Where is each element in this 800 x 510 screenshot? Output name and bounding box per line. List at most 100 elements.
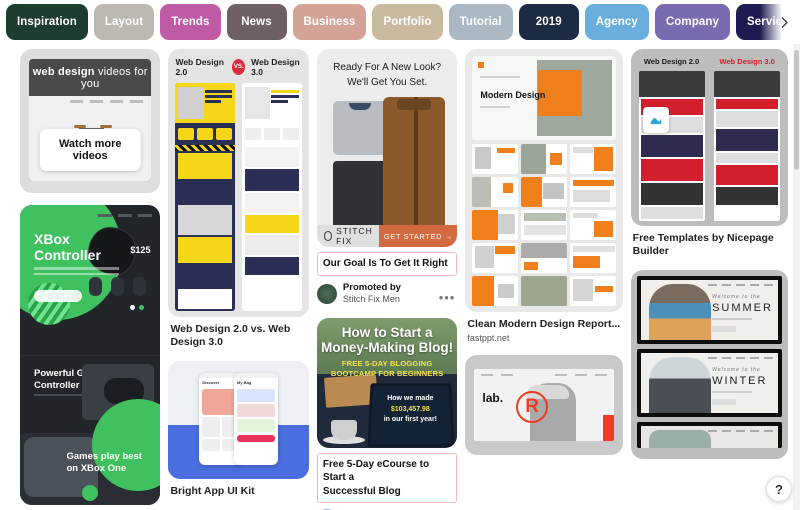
season-pre-label: Welcome to the bbox=[712, 367, 761, 374]
promoted-title-line1: Free 5-Day eCourse to Start a bbox=[322, 458, 430, 484]
category-pill-label: Business bbox=[303, 16, 356, 28]
video-promo-thumb: web design videos for you Watch more vid… bbox=[29, 59, 152, 181]
promoted-title-line2: Successful Blog bbox=[322, 485, 401, 497]
stitch-fix-brand-label: STITCH FIX bbox=[336, 226, 373, 246]
blog-title: How to Start a Money-Making Blog! bbox=[317, 318, 457, 356]
category-pill-layout[interactable]: Layout bbox=[93, 4, 155, 40]
pin-card-stitch-fix[interactable]: Ready For A New Look? We'll Get You Set.… bbox=[316, 49, 458, 306]
earnings-line2: in our first year! bbox=[383, 416, 437, 424]
modern-design-thumb: Modern Design bbox=[465, 49, 623, 312]
help-button[interactable]: ? bbox=[766, 476, 792, 502]
nicepage-left-label: Web Design 2.0 bbox=[643, 57, 700, 66]
stitch-fix-logo-icon bbox=[323, 231, 333, 241]
blog-thumb: How to Start a Money-Making Blog! FREE 5… bbox=[316, 317, 458, 448]
category-pill-label: News bbox=[241, 16, 272, 28]
category-pill-agency[interactable]: Agency bbox=[584, 4, 649, 40]
pin-card-xbox-controller[interactable]: XBox Controller $125 Powerful Game Contr… bbox=[20, 205, 161, 505]
pin-source: fastppt.net bbox=[467, 333, 510, 344]
category-pill-company[interactable]: Company bbox=[654, 4, 730, 40]
xbox-price: $125 bbox=[130, 245, 151, 255]
nicepage-header: Web Design 2.0 Web Design 3.0 bbox=[639, 57, 780, 71]
category-pill-label: Company bbox=[665, 16, 719, 28]
xbox-games-line2: on XBox One bbox=[66, 463, 127, 475]
category-pill-trends[interactable]: Trends bbox=[160, 4, 221, 40]
pin-caption: Bright App UI Kit bbox=[170, 485, 255, 498]
video-promo-headline: web design videos for you bbox=[29, 59, 151, 96]
decor-line bbox=[480, 106, 511, 108]
season-slide-summer: Welcome to the SUMMER bbox=[636, 276, 782, 345]
lab-website-mockup: lab. R bbox=[474, 369, 614, 442]
category-pill-2019[interactable]: 2019 bbox=[518, 4, 579, 40]
blog-subtitle: FREE 5-DAY BLOGGING BOOTCAMP FOR BEGINNE… bbox=[317, 356, 457, 379]
double-exposure-portrait bbox=[648, 357, 711, 414]
xbox-cta-button bbox=[34, 290, 82, 302]
seasons-thumb: Welcome to the SUMMER Welcome to the WIN… bbox=[630, 270, 788, 460]
pin-card-lab[interactable]: lab. R bbox=[465, 355, 623, 456]
play-dot-icon bbox=[82, 485, 98, 501]
board-column-5: Web Design 2.0 Web Design 3.0 Free Templ… bbox=[630, 49, 788, 510]
pin-card-web-design-videos[interactable]: web design videos for you Watch more vid… bbox=[20, 49, 161, 193]
presentation-cover-slide: Modern Design bbox=[472, 56, 616, 140]
xbox-title-line2: Controller bbox=[34, 247, 101, 264]
pin-card-web-design-compare[interactable]: Web Design 2.0 VS. Web Design 3.0 Web De… bbox=[168, 49, 309, 349]
category-next-button[interactable] bbox=[760, 0, 800, 44]
scrollbar-thumb[interactable] bbox=[794, 50, 799, 170]
pin-card-modern-design-report[interactable]: Modern Design Clean Modern Design Report… bbox=[465, 49, 623, 344]
category-pill-label: Portfolio bbox=[383, 16, 432, 28]
nicepage-right-label: Web Design 3.0 bbox=[719, 57, 775, 66]
category-pill-label: Agency bbox=[595, 16, 638, 28]
nicepage-panes bbox=[638, 71, 780, 221]
web-design-compare-thumb: Web Design 2.0 VS. Web Design 3.0 bbox=[168, 49, 309, 317]
category-pill-inspiration[interactable]: Inspiration bbox=[6, 4, 88, 40]
stitch-fix-subheadline: We'll Get You Set. bbox=[347, 76, 428, 88]
earnings-line1: How we made bbox=[387, 395, 434, 403]
category-pill-label: 2019 bbox=[535, 16, 562, 28]
presentation-title: Modern Design bbox=[480, 90, 546, 100]
xbox-title: XBox Controller bbox=[34, 231, 101, 263]
pin-card-seasons-templates[interactable]: Welcome to the SUMMER Welcome to the WIN… bbox=[630, 270, 788, 460]
pin-card-nicepage-templates[interactable]: Web Design 2.0 Web Design 3.0 Free Templ… bbox=[630, 49, 788, 258]
jacket-image bbox=[383, 97, 446, 237]
bright-app-thumb: Discover My Bag bbox=[168, 361, 309, 480]
summer-template-mockup: Welcome to the SUMMER bbox=[640, 280, 778, 341]
category-pill-label: Tutorial bbox=[459, 16, 502, 28]
blog-title-line1: How to Start a bbox=[341, 324, 433, 340]
avatar[interactable] bbox=[316, 283, 337, 304]
category-pill-business[interactable]: Business bbox=[292, 4, 367, 40]
category-pill-portfolio[interactable]: Portfolio bbox=[372, 4, 443, 40]
board-column-3: Ready For A New Look? We'll Get You Set.… bbox=[316, 49, 458, 510]
board-column-4: Modern Design Clean Modern Design Report… bbox=[465, 49, 623, 510]
more-options-icon[interactable]: ••• bbox=[439, 290, 456, 305]
category-pill-label: Layout bbox=[104, 16, 144, 28]
pin-card-blog-ecourse[interactable]: How to Start a Money-Making Blog! FREE 5… bbox=[316, 317, 458, 510]
nicepage-thumb: Web Design 2.0 Web Design 3.0 bbox=[630, 49, 788, 226]
lab-thumb: lab. R bbox=[465, 355, 623, 456]
pin-board: web design videos for you Watch more vid… bbox=[0, 44, 800, 510]
watch-more-videos-button[interactable]: Watch more videos bbox=[40, 129, 141, 171]
promoted-pin-title: Our Goal Is To Get It Right bbox=[316, 252, 458, 276]
mock-nav bbox=[707, 430, 773, 432]
compare-header: Web Design 2.0 VS. Web Design 3.0 bbox=[175, 57, 301, 83]
xbox-feature-line2: Controller bbox=[34, 380, 80, 392]
nicepage-pane-right bbox=[713, 71, 780, 221]
blog-subtitle-line1: FREE 5-DAY BLOGGING bbox=[341, 358, 433, 368]
season-title: WINTER bbox=[712, 375, 768, 388]
pin-card-bright-app-ui-kit[interactable]: Discover My Bag Bright App UI Kit bbox=[168, 361, 309, 498]
category-pill-label: Trends bbox=[171, 16, 210, 28]
category-bar: Inspiration Layout Trends News Business … bbox=[0, 0, 800, 44]
mock-nav bbox=[707, 357, 773, 359]
compare-left-label: Web Design 2.0 bbox=[175, 57, 224, 77]
chevron-right-icon bbox=[781, 16, 788, 28]
xbox-hero: XBox Controller $125 bbox=[20, 205, 160, 355]
get-started-label: GET STARTED → bbox=[383, 231, 453, 241]
mock-nav bbox=[707, 284, 773, 286]
compare-panes bbox=[175, 83, 302, 311]
category-pill-news[interactable]: News bbox=[226, 4, 287, 40]
get-started-button[interactable]: GET STARTED → bbox=[379, 225, 458, 247]
blog-subtitle-line2: BOOTCAMP FOR BEGINNERS bbox=[330, 368, 444, 378]
double-exposure-portrait bbox=[648, 284, 711, 341]
category-pill-tutorial[interactable]: Tutorial bbox=[448, 4, 513, 40]
accent-dot bbox=[478, 62, 485, 68]
double-exposure-portrait bbox=[648, 430, 711, 449]
mock-button bbox=[712, 326, 737, 333]
